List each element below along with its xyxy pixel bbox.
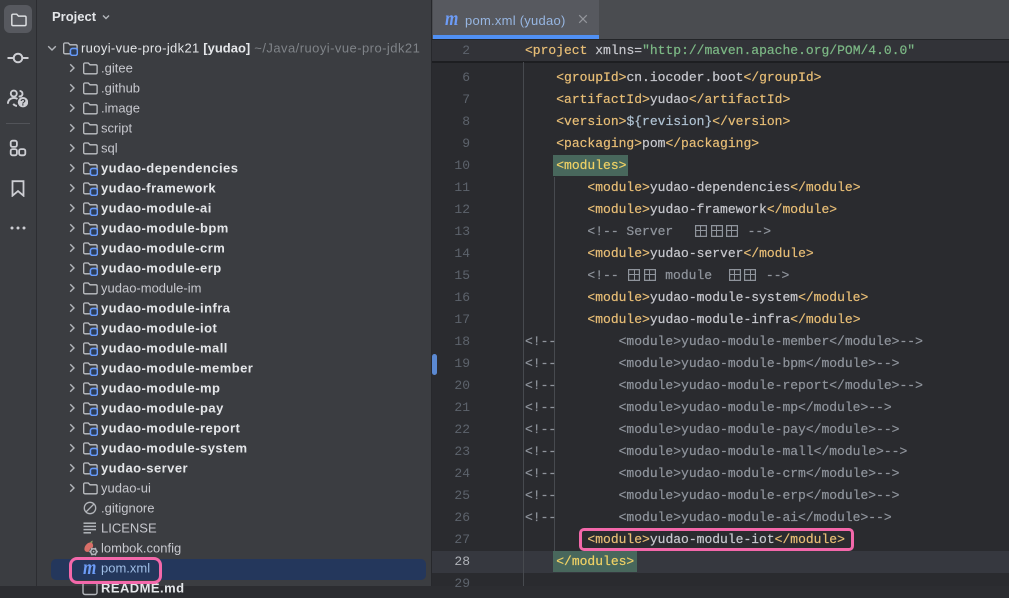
svg-text:?: ? — [20, 98, 26, 109]
